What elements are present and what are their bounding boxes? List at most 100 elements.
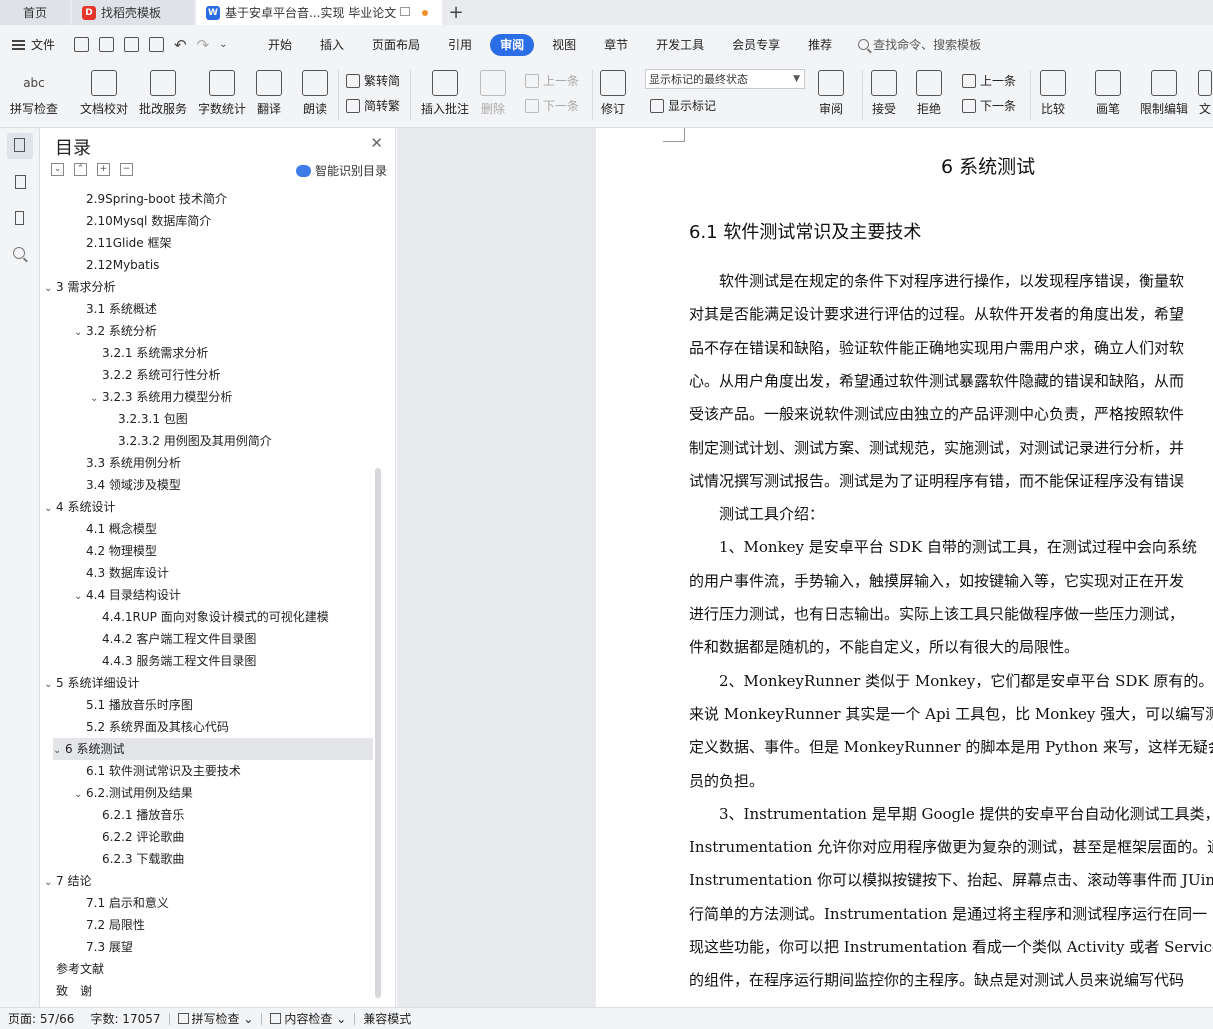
save-icon[interactable] [74,37,89,52]
tab-template[interactable]: D 找稻壳模板 [72,0,194,25]
toc-item[interactable]: 参考文献 [44,958,104,980]
new-tab-button[interactable]: + [442,0,470,25]
toc-item[interactable]: 2.9Spring-boot 技术简介 [74,188,227,210]
markup-state-select[interactable]: 显示标记的最终状态 ▼ [645,69,805,89]
close-icon[interactable]: ✕ [370,134,383,152]
word-count-indicator[interactable]: 字数: 17057 [82,1010,168,1027]
toc-item[interactable]: 3.2.3.2 用例图及其用例简介 [106,430,272,452]
toc-item[interactable]: 4.3 数据库设计 [74,562,169,584]
toc-item[interactable]: ⌄ 3 需求分析 [44,276,115,298]
chevron-down-icon[interactable]: ⌄ [44,498,56,520]
add-level-icon[interactable]: + [97,163,110,176]
word-count-button[interactable]: 字数统计 [198,70,246,117]
toc-item[interactable]: 6.2.2 评论歌曲 [90,826,184,848]
toc-item[interactable]: 4.4.3 服务端工程文件目录图 [90,650,256,672]
menu-references[interactable]: 引用 [434,34,486,56]
chevron-down-icon[interactable]: ⌄ [44,674,56,696]
show-markup-button[interactable]: 显示标记 [650,97,716,114]
bookmark-icon[interactable] [11,208,29,226]
tab-document[interactable]: W 基于安卓平台音...实现 毕业论文 [196,0,442,25]
toc-item[interactable]: 4.1 概念模型 [74,518,157,540]
insert-comment-button[interactable]: 插入批注 [421,70,469,117]
next-comment-button[interactable]: 下一条 [525,97,579,114]
accept-button[interactable]: 接受 [871,70,897,117]
simp-to-trad-button[interactable]: 简转繁 [346,97,400,114]
export-pdf-icon[interactable] [99,37,114,52]
screen-icon[interactable] [400,7,410,16]
expand-all-icon[interactable]: ⌃ [74,163,87,176]
menu-member[interactable]: 会员专享 [718,34,794,56]
status-spell-check[interactable]: 拼写检查 ⌄ [170,1010,262,1027]
toc-nav-icon[interactable] [7,133,33,159]
toc-item[interactable]: 7.1 启示和意义 [74,892,169,914]
menu-insert[interactable]: 插入 [306,34,358,56]
toc-item[interactable]: ⌄ 6.2.测试用例及结果 [74,782,193,804]
doc-check-button[interactable]: 文档校对 [80,70,128,117]
chevron-down-icon[interactable]: ⌄ [53,740,65,762]
toc-item[interactable]: 2.10Mysql 数据库简介 [74,210,211,232]
toc-item[interactable]: ⌄ 3.2 系统分析 [74,320,157,342]
page-indicator[interactable]: 页面: 57/66 [0,1010,82,1027]
status-content-check[interactable]: 内容检查 ⌄ [262,1010,354,1027]
compare-button[interactable]: 比较 [1040,70,1066,117]
menu-section[interactable]: 章节 [590,34,642,56]
toc-item[interactable]: ⌄ 7 结论 [44,870,91,892]
chapter-nav-icon[interactable] [11,172,29,190]
toc-item[interactable]: 7.2 局限性 [74,914,145,936]
toc-item[interactable]: 3.2.1 系统需求分析 [90,342,208,364]
toc-item[interactable]: 2.11Glide 框架 [74,232,172,254]
toc-item[interactable]: 3.1 系统概述 [74,298,157,320]
spell-check-button[interactable]: abc 拼写检查 [10,70,58,117]
toc-item[interactable]: 3.4 领域涉及模型 [74,474,181,496]
menu-recommend[interactable]: 推荐 [794,34,846,56]
find-icon[interactable] [11,245,29,263]
review-pane-button[interactable]: 审阅 [818,70,844,117]
menu-layout[interactable]: 页面布局 [358,34,434,56]
toc-item[interactable]: ⌄ 4 系统设计 [44,496,115,518]
toc-item[interactable]: ⌄ 4.4 目录结构设计 [74,584,181,606]
toc-item[interactable]: ⌄ 5 系统详细设计 [44,672,139,694]
chevron-down-icon[interactable]: ⌄ [90,388,102,410]
toc-item[interactable]: 3.3 系统用例分析 [74,452,181,474]
file-menu[interactable]: 文件 [0,36,64,53]
reject-button[interactable]: 拒绝 [916,70,942,117]
toc-item[interactable]: 6.2.3 下载歌曲 [90,848,184,870]
customize-chevron-icon[interactable]: ⌄ [219,39,227,50]
tab-home[interactable]: 首页 [0,0,70,25]
print-preview-icon[interactable] [149,37,164,52]
chevron-down-icon[interactable]: ⌄ [44,278,56,300]
toc-item[interactable]: 致 谢 [44,980,92,1002]
toc-item[interactable]: 7.3 展望 [74,936,133,958]
menu-view[interactable]: 视图 [538,34,590,56]
track-changes-button[interactable]: 修订 [600,70,626,117]
toc-item[interactable]: ⌄ 6 系统测试 [53,738,373,760]
prev-change-button[interactable]: 上一条 [962,72,1016,89]
chevron-down-icon[interactable]: ⌄ [74,322,86,344]
menu-developer[interactable]: 开发工具 [642,34,718,56]
menu-review[interactable]: 审阅 [490,33,535,56]
toc-item[interactable]: 5.1 播放音乐时序图 [74,694,193,716]
chevron-down-icon[interactable]: ⌄ [74,784,86,806]
toc-item[interactable]: 5.2 系统界面及其核心代码 [74,716,229,738]
smart-toc-button[interactable]: 智能识别目录 [295,162,387,179]
batch-service-button[interactable]: 批改服务 [139,70,187,117]
chevron-down-icon[interactable]: ⌄ [44,872,56,894]
translate-button[interactable]: 翻译 [256,70,282,117]
next-change-button[interactable]: 下一条 [962,97,1016,114]
undo-icon[interactable]: ↶ [174,36,187,54]
toc-item[interactable]: 3.2.3.1 包图 [106,408,188,430]
toc-item[interactable]: 6.1 软件测试常识及主要技术 [74,760,241,782]
toc-item[interactable]: 4.2 物理模型 [74,540,157,562]
read-aloud-button[interactable]: 朗读 [302,70,328,117]
trad-to-simp-button[interactable]: 繁转简 [346,72,400,89]
pen-button[interactable]: 画笔 [1095,70,1121,117]
prev-comment-button[interactable]: 上一条 [525,72,579,89]
remove-level-icon[interactable]: − [120,163,133,176]
chevron-down-icon[interactable]: ⌄ [74,586,86,608]
print-icon[interactable] [124,37,139,52]
toc-item[interactable]: 2.12Mybatis [74,254,159,276]
command-search[interactable]: 查找命令、搜索模板 [858,36,981,53]
toc-item[interactable]: ⌄ 3.2.3 系统用力模型分析 [90,386,232,408]
document-page[interactable]: 6 系统测试 6.1 软件测试常识及主要技术 软件测试是在规定的条件下对程序进行… [596,128,1213,1007]
redo-icon[interactable]: ↷ [197,36,210,54]
